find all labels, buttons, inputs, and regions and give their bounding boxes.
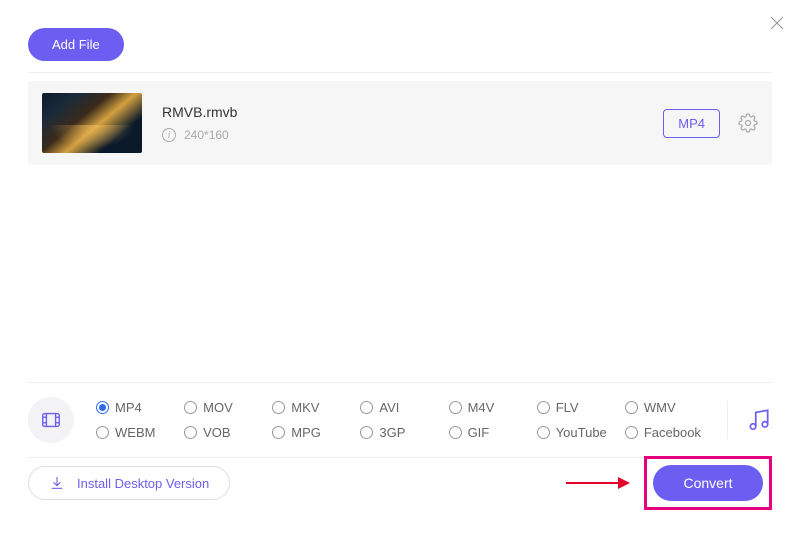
- format-option-label: VOB: [203, 425, 230, 440]
- radio-icon: [96, 426, 109, 439]
- format-option-label: WEBM: [115, 425, 155, 440]
- radio-icon: [537, 426, 550, 439]
- format-option-m4v[interactable]: M4V: [449, 400, 533, 415]
- convert-button[interactable]: Convert: [653, 465, 763, 501]
- format-option-label: FLV: [556, 400, 579, 415]
- format-option-flv[interactable]: FLV: [537, 400, 621, 415]
- format-option-label: MP4: [115, 400, 142, 415]
- format-option-mp4[interactable]: MP4: [96, 400, 180, 415]
- annotation-highlight: Convert: [644, 456, 772, 510]
- format-option-mpg[interactable]: MPG: [272, 425, 356, 440]
- radio-icon: [625, 401, 638, 414]
- gear-icon[interactable]: [738, 113, 758, 133]
- format-option-youtube[interactable]: YouTube: [537, 425, 621, 440]
- format-option-label: 3GP: [379, 425, 405, 440]
- format-option-wmv[interactable]: WMV: [625, 400, 709, 415]
- radio-icon: [360, 426, 373, 439]
- format-option-label: MPG: [291, 425, 321, 440]
- add-file-button[interactable]: Add File: [28, 28, 124, 61]
- radio-icon: [449, 401, 462, 414]
- format-option-label: Facebook: [644, 425, 701, 440]
- output-format-button[interactable]: MP4: [663, 109, 720, 138]
- formats-grid: MP4 MOV MKV AVI M4V FLV WMV WEBM VOB MPG 3GP GIF You…: [96, 400, 709, 440]
- format-panel: MP4 MOV MKV AVI M4V FLV WMV WEBM VOB MPG 3GP GIF You…: [28, 382, 772, 458]
- format-option-label: MKV: [291, 400, 319, 415]
- format-option-gif[interactable]: GIF: [449, 425, 533, 440]
- radio-icon: [96, 401, 109, 414]
- radio-icon: [360, 401, 373, 414]
- file-row: RMVB.rmvb i 240*160 MP4: [28, 81, 772, 165]
- format-option-3gp[interactable]: 3GP: [360, 425, 444, 440]
- install-desktop-button[interactable]: Install Desktop Version: [28, 466, 230, 500]
- radio-icon: [537, 401, 550, 414]
- music-icon[interactable]: [746, 407, 772, 433]
- footer-bar: Install Desktop Version Convert: [28, 456, 772, 510]
- radio-icon: [184, 426, 197, 439]
- download-icon: [49, 475, 65, 491]
- divider: [727, 401, 728, 439]
- format-option-vob[interactable]: VOB: [184, 425, 268, 440]
- radio-icon: [272, 426, 285, 439]
- radio-icon: [184, 401, 197, 414]
- radio-icon: [625, 426, 638, 439]
- video-thumbnail[interactable]: [42, 93, 142, 153]
- radio-icon: [272, 401, 285, 414]
- format-option-label: AVI: [379, 400, 399, 415]
- radio-icon: [449, 426, 462, 439]
- format-option-label: MOV: [203, 400, 233, 415]
- format-option-label: GIF: [468, 425, 490, 440]
- format-option-label: YouTube: [556, 425, 607, 440]
- format-option-mov[interactable]: MOV: [184, 400, 268, 415]
- format-option-avi[interactable]: AVI: [360, 400, 444, 415]
- file-meta: RMVB.rmvb i 240*160: [162, 104, 663, 142]
- install-label: Install Desktop Version: [77, 476, 209, 491]
- close-icon[interactable]: [768, 14, 786, 32]
- format-option-webm[interactable]: WEBM: [96, 425, 180, 440]
- video-mode-icon[interactable]: [28, 397, 74, 443]
- annotation-arrow: [564, 475, 630, 491]
- format-option-label: WMV: [644, 400, 676, 415]
- format-option-label: M4V: [468, 400, 495, 415]
- file-list: RMVB.rmvb i 240*160 MP4: [28, 72, 772, 165]
- format-option-facebook[interactable]: Facebook: [625, 425, 709, 440]
- file-name-label: RMVB.rmvb: [162, 104, 663, 120]
- info-icon[interactable]: i: [162, 128, 176, 142]
- file-dimensions: 240*160: [184, 128, 229, 142]
- format-option-mkv[interactable]: MKV: [272, 400, 356, 415]
